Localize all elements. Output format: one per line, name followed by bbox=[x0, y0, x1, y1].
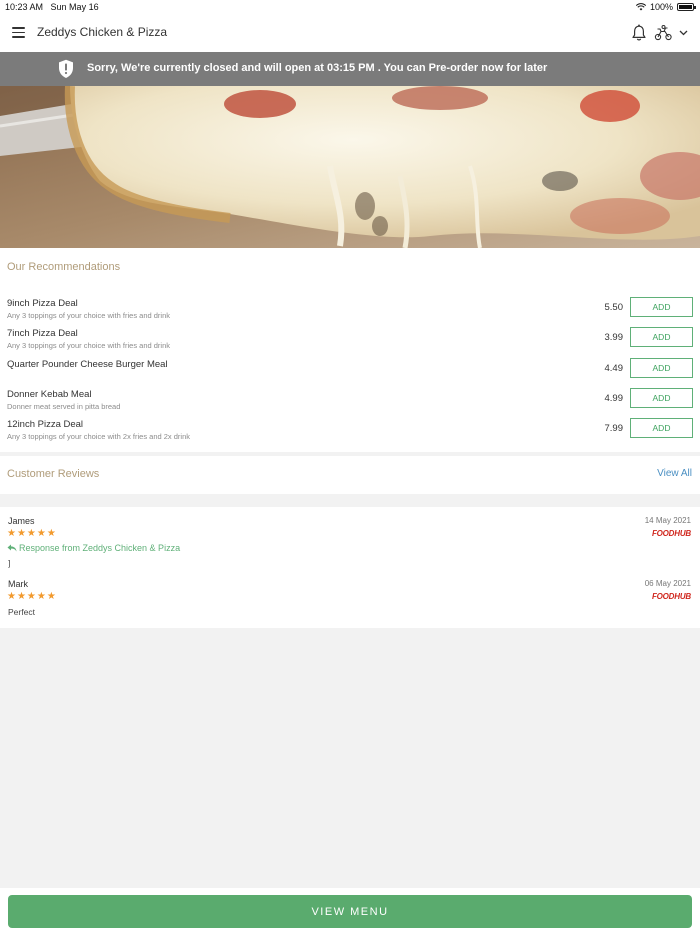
add-button[interactable]: ADD bbox=[630, 327, 693, 347]
menu-item: Donner Kebab Meal Donner meat served in … bbox=[0, 388, 700, 418]
bell-icon[interactable] bbox=[631, 24, 647, 42]
shield-alert-icon bbox=[59, 59, 73, 78]
view-all-link[interactable]: View All bbox=[657, 468, 692, 479]
review-text: Perfect bbox=[8, 607, 35, 617]
item-description: Any 3 toppings of your choice with 2x fr… bbox=[7, 432, 191, 441]
reviews-title: Customer Reviews bbox=[7, 468, 100, 480]
add-button[interactable]: ADD bbox=[630, 297, 693, 317]
add-button[interactable]: ADD bbox=[630, 418, 693, 438]
item-name: 12inch Pizza Deal bbox=[7, 419, 84, 430]
item-name: 9inch Pizza Deal bbox=[7, 298, 78, 309]
menu-icon[interactable] bbox=[12, 27, 25, 38]
review-author: James bbox=[8, 516, 35, 526]
battery-percent: 100% bbox=[649, 2, 673, 12]
review-author: Mark bbox=[8, 579, 28, 589]
menu-item: 12inch Pizza Deal Any 3 toppings of your… bbox=[0, 418, 700, 448]
star-rating: ★★★★★ bbox=[7, 591, 57, 602]
closed-notice: Sorry, We're currently closed and will o… bbox=[0, 52, 700, 86]
add-button[interactable]: ADD bbox=[630, 358, 693, 378]
delivery-icon[interactable] bbox=[654, 25, 688, 41]
restaurant-title: Zeddys Chicken & Pizza bbox=[37, 25, 168, 39]
closed-message: Sorry, We're currently closed and will o… bbox=[87, 62, 548, 74]
star-rating: ★★★★★ bbox=[7, 528, 57, 539]
review-date: 14 May 2021 bbox=[644, 516, 691, 525]
foodhub-logo: FOODHUB bbox=[651, 592, 691, 601]
item-price: 5.50 bbox=[604, 302, 624, 313]
item-name: Donner Kebab Meal bbox=[7, 389, 92, 400]
status-time: 10:23 AM Sun May 16 bbox=[5, 2, 99, 12]
chevron-down-icon bbox=[679, 30, 688, 36]
menu-item: Quarter Pounder Cheese Burger Meal 4.49 … bbox=[0, 358, 700, 388]
menu-item: 9inch Pizza Deal Any 3 toppings of your … bbox=[0, 297, 700, 327]
item-price: 3.99 bbox=[604, 332, 624, 343]
response-label: Response from Zeddys Chicken & Pizza bbox=[19, 543, 181, 553]
app-bar: Zeddys Chicken & Pizza bbox=[0, 14, 700, 52]
recommendations-section: Our Recommendations 9inch Pizza Deal Any… bbox=[0, 248, 700, 452]
item-description: Donner meat served in pitta bread bbox=[7, 402, 121, 411]
status-right: 100% bbox=[635, 2, 696, 12]
foodhub-logo: FOODHUB bbox=[651, 529, 691, 538]
item-description: Any 3 toppings of your choice with fries… bbox=[7, 341, 171, 350]
review-date: 06 May 2021 bbox=[644, 579, 691, 588]
restaurant-response[interactable]: Response from Zeddys Chicken & Pizza bbox=[7, 543, 180, 553]
status-bar: 10:23 AM Sun May 16 100% bbox=[0, 0, 700, 14]
reply-icon bbox=[7, 544, 17, 552]
item-price: 7.99 bbox=[604, 423, 624, 434]
item-description: Any 3 toppings of your choice with fries… bbox=[7, 311, 171, 320]
view-menu-button[interactable]: VIEW MENU bbox=[8, 895, 692, 928]
item-price: 4.99 bbox=[604, 393, 624, 404]
reviews-list: James ★★★★★ 14 May 2021 FOODHUB Response… bbox=[0, 507, 700, 628]
menu-item: 7inch Pizza Deal Any 3 toppings of your … bbox=[0, 327, 700, 357]
bottom-bar: VIEW MENU bbox=[0, 888, 700, 934]
wifi-icon bbox=[635, 3, 646, 11]
reviews-header: Customer Reviews View All bbox=[0, 456, 700, 494]
battery-icon bbox=[677, 3, 696, 11]
hero-pizza-image bbox=[0, 86, 700, 248]
add-button[interactable]: ADD bbox=[630, 388, 693, 408]
item-name: 7inch Pizza Deal bbox=[7, 328, 78, 339]
item-name: Quarter Pounder Cheese Burger Meal bbox=[7, 359, 168, 370]
recommendations-title: Our Recommendations bbox=[7, 261, 121, 273]
item-price: 4.49 bbox=[604, 363, 624, 374]
review-text: ] bbox=[8, 558, 11, 568]
